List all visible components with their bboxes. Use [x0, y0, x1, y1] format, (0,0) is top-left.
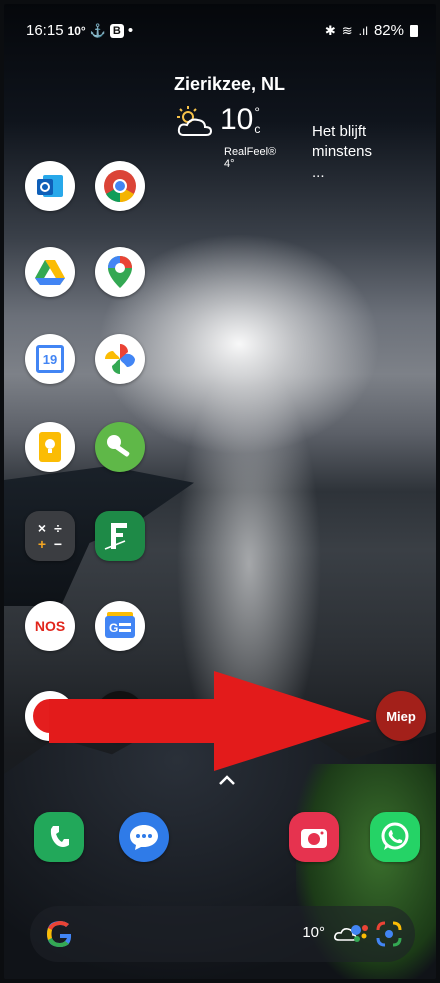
wifi-icon: ≋: [341, 22, 353, 38]
home-screen: 16:15 10° ⚓ B • ✱ ≋ .ıl 82% Zierikzee, N…: [4, 4, 436, 979]
drive-app[interactable]: [25, 247, 75, 297]
weather-widget[interactable]: Zierikzee, NL 10 ° c RealFeel® 4° Het bli…: [174, 74, 372, 181]
phone-icon: [50, 826, 69, 847]
google-search-bar[interactable]: 10°: [30, 906, 415, 962]
maps-app[interactable]: [95, 247, 145, 297]
drive-icon: [35, 260, 65, 285]
phone-app[interactable]: [34, 812, 84, 862]
chevron-up-icon[interactable]: [218, 774, 236, 786]
calendar-icon: 19: [36, 345, 64, 373]
calculator-app[interactable]: × ÷ + −: [25, 511, 75, 561]
battery-percent: 82%: [373, 22, 404, 39]
messages-app[interactable]: [119, 812, 169, 862]
outlook-app[interactable]: [25, 161, 75, 211]
feedly-app[interactable]: [95, 511, 145, 561]
bluetooth-icon: ✱: [324, 22, 336, 38]
dot-icon: •: [127, 22, 134, 39]
weather-realfeel: RealFeel® 4°: [224, 146, 277, 170]
chrome-icon: [104, 170, 136, 203]
usb-icon: ⚓: [89, 22, 106, 38]
key-app[interactable]: [95, 422, 145, 472]
key-icon: [107, 435, 130, 457]
camera-app[interactable]: [289, 812, 339, 862]
miep-app[interactable]: Miep: [376, 691, 426, 741]
keep-app[interactable]: [25, 422, 75, 472]
miep-logo: Miep: [386, 708, 416, 724]
partly-sunny-icon: [177, 106, 213, 136]
calendar-day: 19: [42, 351, 58, 367]
nos-logo: NOS: [34, 618, 66, 634]
status-temp: 10°: [67, 23, 86, 38]
maps-pin-icon: [108, 256, 132, 288]
whatsapp-icon: [381, 822, 409, 850]
svg-text:G: G: [109, 621, 118, 635]
assistant-icon[interactable]: [349, 922, 371, 944]
search-weather-temp: 10°: [302, 924, 325, 941]
chat-bubble-icon: [130, 825, 158, 850]
lightbulb-note-icon: [39, 432, 61, 462]
nos-app[interactable]: NOS: [25, 601, 75, 651]
outlook-icon: [37, 175, 63, 197]
chrome-app[interactable]: [95, 161, 145, 211]
weather-unit: ° c: [254, 104, 261, 136]
signal-icon: .ıl: [358, 23, 368, 38]
pinwheel-icon: [105, 344, 135, 374]
status-bar: 16:15 10° ⚓ B • ✱ ≋ .ıl 82%: [4, 4, 436, 52]
feedly-icon: [104, 523, 127, 550]
weather-city: Zierikzee, NL: [174, 74, 286, 94]
weather-forecast: Het blijft minstens ...: [312, 123, 373, 181]
battery-icon: [410, 24, 418, 37]
b-badge-icon: B: [109, 23, 124, 38]
lens-icon[interactable]: [375, 920, 403, 948]
calculator-icon: × ÷ + −: [37, 520, 63, 552]
camera-icon: [301, 829, 327, 848]
clock: 16:15: [26, 22, 64, 39]
photos-app[interactable]: [95, 334, 145, 384]
red-arrow-annotation: [49, 671, 371, 771]
google-g-icon: [47, 921, 72, 947]
weather-temp: 10: [220, 103, 254, 136]
whatsapp-app[interactable]: [370, 812, 420, 862]
news-app[interactable]: G: [95, 601, 145, 651]
calendar-app[interactable]: 19: [25, 334, 75, 384]
news-icon: G: [105, 612, 135, 638]
